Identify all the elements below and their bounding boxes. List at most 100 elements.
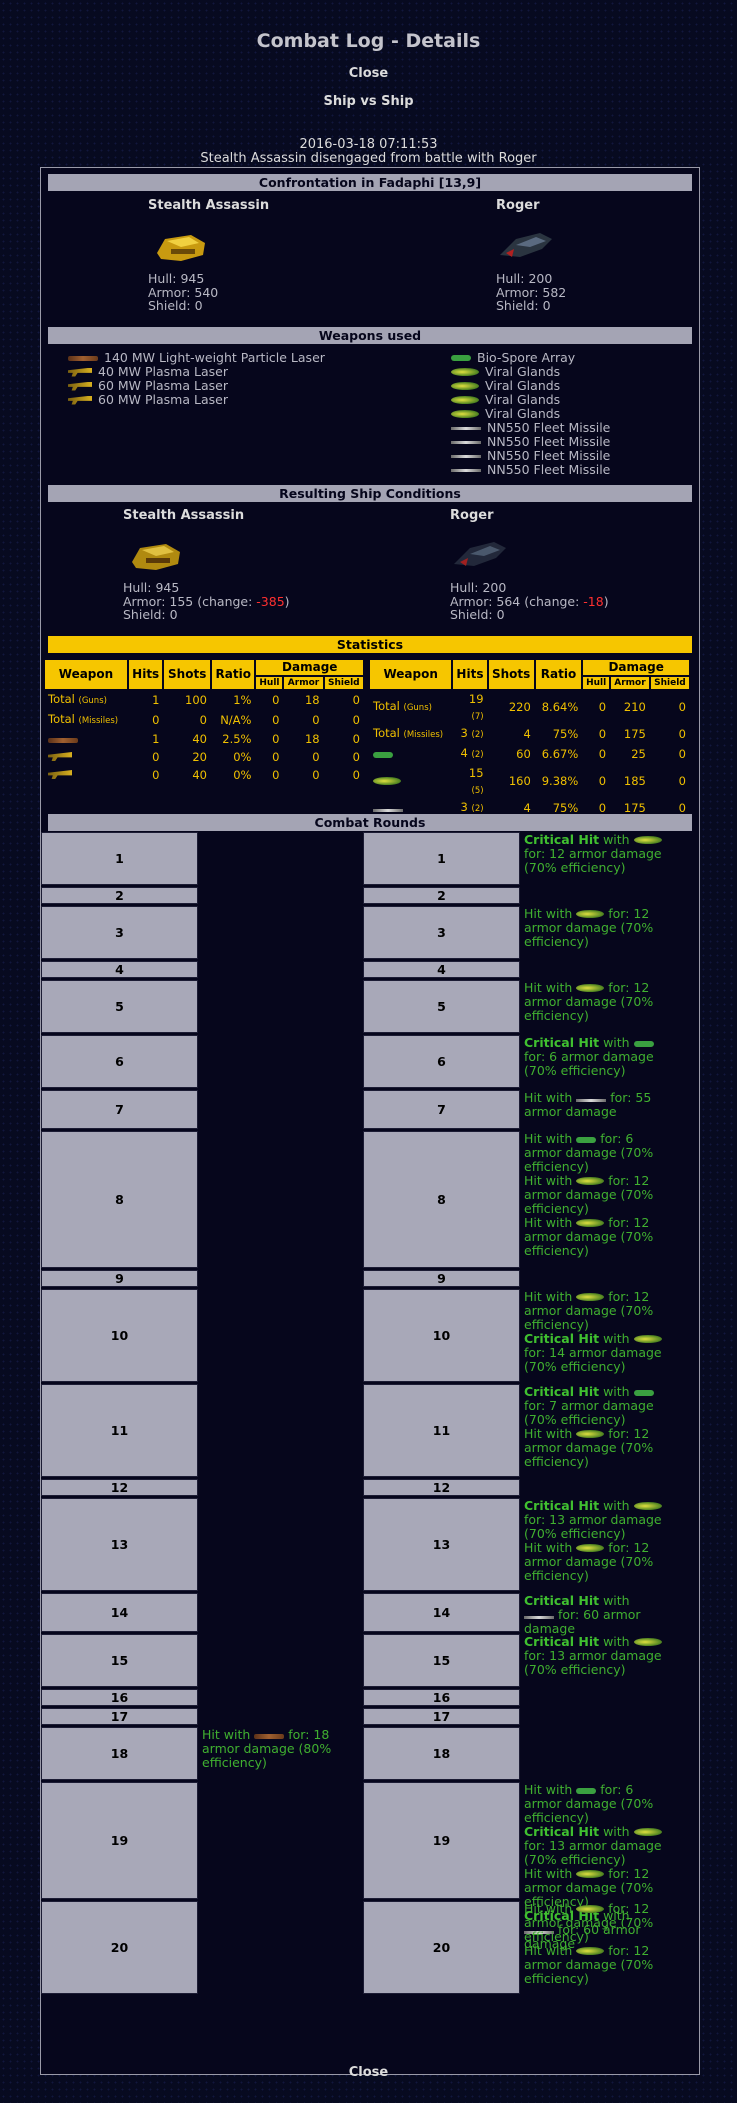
gland-icon: [576, 1905, 605, 1913]
round-right-4: 4: [363, 961, 520, 978]
spore-icon: [633, 1390, 654, 1396]
right-result-armor: Armor: 564 (change: -18): [450, 593, 609, 609]
missile-icon: [451, 440, 481, 444]
col-hits: Hits: [128, 660, 163, 689]
combat-rounds-header: Combat Rounds: [48, 814, 692, 831]
col-damage: Damage: [256, 660, 363, 675]
round-right-events: Hit with for: 12 armor damage (70% effic…: [524, 907, 662, 949]
weapon-name: 60 MW Plasma Laser: [98, 378, 228, 393]
round-left-9: 9: [41, 1270, 198, 1287]
right-result-hull: Hull: 200: [450, 580, 507, 595]
gland-icon: [633, 836, 662, 844]
stats-weapon-row: 0 20 0% 0 0 0: [45, 749, 363, 765]
hit-event: Hit with for: 12 armor damage (70% effic…: [524, 1215, 654, 1258]
right-armor: Armor: 582: [496, 284, 567, 300]
round-left-1: 1: [41, 832, 198, 885]
left-weapons-list: 140 MW Light-weight Particle Laser 40 MW …: [68, 351, 325, 407]
weapon-item: NN550 Fleet Missile: [451, 463, 610, 477]
round-right-7: 7: [363, 1090, 520, 1129]
hit-event: Hit with for: 6 armor damage (70% effici…: [524, 1131, 654, 1174]
right-ship-info: Roger Hull: 200 Armor: 582 Shield: 0: [496, 198, 566, 313]
weapon-name: NN550 Fleet Missile: [487, 462, 611, 477]
round-right-9: 9: [363, 1270, 520, 1287]
hit-event: Critical Hit with for: 12 armor damage (…: [524, 832, 662, 875]
weapon-name: 40 MW Plasma Laser: [98, 364, 228, 379]
gland-icon: [576, 1544, 605, 1552]
laser-icon: [68, 355, 98, 361]
col-shield: Shield: [650, 677, 689, 689]
plasma-icon: [48, 770, 72, 779]
left-ship-name: Stealth Assassin: [148, 198, 270, 213]
round-right-8: 8: [363, 1131, 520, 1268]
weapon-item: NN550 Fleet Missile: [451, 421, 610, 435]
hit-event: Hit with for: 12 armor damage (70% effic…: [524, 1540, 654, 1583]
stats-total-guns: Total (Guns) 19 (7) 220 8.64% 0 210 0: [373, 692, 686, 722]
col-hull: Hull: [583, 677, 610, 689]
gland-icon: [451, 410, 479, 418]
round-right-events: Critical Hit with for: 12 armor damage (…: [524, 833, 662, 875]
weapon-item: Viral Glands: [451, 393, 610, 407]
left-result-name: Stealth Assassin: [123, 508, 245, 523]
stats-total-missiles: Total (Missiles) 0 0 N/A% 0 0 0: [48, 712, 360, 727]
gland-icon: [576, 984, 605, 992]
hit-event: Critical Hit with for: 13 armor damage (…: [524, 1824, 662, 1867]
left-shield: Shield: 0: [148, 298, 203, 313]
round-left-5: 5: [41, 980, 198, 1033]
statistics-header: Statistics: [48, 636, 692, 653]
hit-event: Hit with for: 6 armor damage (70% effici…: [524, 1782, 654, 1825]
col-armor: Armor: [284, 677, 323, 689]
hit-event: Hit with for: 12 armor damage (70% effic…: [524, 1289, 654, 1332]
left-result-ship-icon: [132, 544, 180, 570]
round-left-events: Hit with for: 18 armor damage (80% effic…: [202, 1728, 340, 1770]
round-right-20: 20: [363, 1901, 520, 1994]
left-stats-table: Weapon Hits Shots Ratio Damage Hull Armor Shie…: [43, 658, 365, 785]
hit-event: Hit with for: 55 armor damage: [524, 1090, 652, 1119]
gland-icon: [451, 382, 479, 390]
round-right-18: 18: [363, 1727, 520, 1780]
weapon-item: Viral Glands: [451, 365, 610, 379]
round-left-11: 11: [41, 1384, 198, 1477]
gland-icon: [451, 396, 479, 404]
weapon-item: Viral Glands: [451, 379, 610, 393]
weapon-item: NN550 Fleet Missile: [451, 449, 610, 463]
gland-icon: [451, 368, 479, 376]
gland-icon: [576, 1870, 605, 1878]
round-right-16: 16: [363, 1689, 520, 1706]
round-right-5: 5: [363, 980, 520, 1033]
hit-event: Critical Hit with for: 13 armor damage (…: [524, 1498, 662, 1541]
close-button-top[interactable]: Close: [0, 66, 737, 81]
left-ship-info: Stealth Assassin Hull: 945 Armor: 540 Sh…: [148, 198, 269, 313]
gland-icon: [576, 1177, 605, 1185]
round-right-6: 6: [363, 1035, 520, 1088]
right-result-name: Roger: [450, 508, 494, 523]
round-right-events: Critical Hit with for: 13 armor damage (…: [524, 1635, 662, 1677]
col-damage: Damage: [583, 660, 689, 675]
round-right-events: Critical Hit with for: 7 armor damage (7…: [524, 1385, 662, 1469]
weapon-name: NN550 Fleet Missile: [487, 448, 611, 463]
gland-icon: [633, 1828, 662, 1836]
left-hull: Hull: 945: [148, 271, 205, 286]
gland-icon: [576, 1293, 605, 1301]
col-ratio: Ratio: [535, 660, 582, 689]
spore-icon: [633, 1041, 654, 1047]
round-left-19: 19: [41, 1782, 198, 1899]
round-right-events: Hit with for: 12 armor damage (70% effic…: [524, 1902, 662, 1986]
close-button-bottom[interactable]: Close: [0, 2065, 737, 2080]
hit-event: Critical Hit with for: 14 armor damage (…: [524, 1331, 662, 1374]
round-right-events: Critical Hit with for: 6 armor damage (7…: [524, 1036, 662, 1078]
spore-icon: [451, 355, 471, 361]
round-right-13: 13: [363, 1498, 520, 1591]
col-armor: Armor: [611, 677, 649, 689]
round-left-6: 6: [41, 1035, 198, 1088]
round-left-17: 17: [41, 1708, 198, 1725]
round-left-4: 4: [41, 961, 198, 978]
stats-weapon-row: 15 (5) 160 9.38% 0 185 0: [370, 765, 689, 797]
confrontation-header: Confrontation in Fadaphi [13,9]: [48, 174, 692, 191]
hit-event: Critical Hit with for: 13 armor damage (…: [524, 1634, 662, 1677]
right-ship-icon: [500, 233, 552, 257]
weapon-name: Bio-Spore Array: [477, 350, 576, 365]
round-right-15: 15: [363, 1634, 520, 1687]
spore-icon: [373, 752, 393, 758]
weapon-item: Bio-Spore Array: [451, 351, 610, 365]
missile-icon: [451, 426, 481, 430]
